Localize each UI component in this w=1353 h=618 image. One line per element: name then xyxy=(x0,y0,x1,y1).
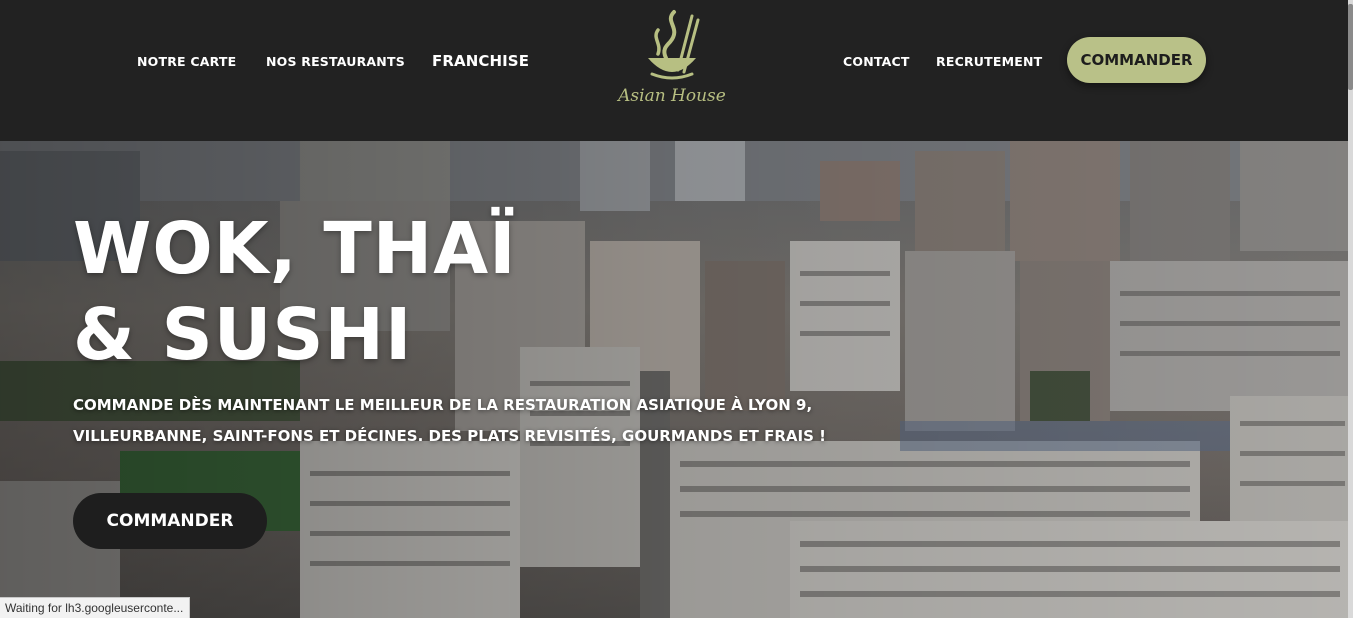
nav-notre-carte[interactable]: NOTRE CARTE xyxy=(137,54,236,69)
chopsticks-bowl-flame-icon xyxy=(648,10,700,80)
page: NOTRE CARTE NOS RESTAURANTS FRANCHISE As… xyxy=(0,0,1353,618)
hero-subtitle-line-2: VILLEURBANNE, SAINT-FONS ET DÉCINES. DES… xyxy=(73,427,826,445)
header-commander-button[interactable]: COMMANDER xyxy=(1067,37,1206,83)
page-scrollbar[interactable] xyxy=(1348,0,1353,618)
hero-section: WOK, THAÏ & SUSHI COMMANDE DÈS MAINTENAN… xyxy=(0,141,1353,618)
logo-text: Asian House xyxy=(618,86,726,106)
hero-title: WOK, THAÏ & SUSHI xyxy=(73,206,517,378)
nav-nos-restaurants[interactable]: NOS RESTAURANTS xyxy=(266,54,405,69)
site-header: NOTRE CARTE NOS RESTAURANTS FRANCHISE As… xyxy=(0,0,1353,141)
hero-subtitle-line-1: COMMANDE DÈS MAINTENANT LE MEILLEUR DE L… xyxy=(73,396,813,414)
hero-commander-button[interactable]: COMMANDER xyxy=(73,493,267,549)
hero-title-line-1: WOK, THAÏ xyxy=(73,207,517,290)
browser-status-bar: Waiting for lh3.googleuserconte... xyxy=(0,597,191,618)
nav-recrutement[interactable]: RECRUTEMENT xyxy=(936,54,1042,69)
scrollbar-thumb[interactable] xyxy=(1348,4,1353,90)
nav-contact[interactable]: CONTACT xyxy=(843,54,910,69)
nav-franchise[interactable]: FRANCHISE xyxy=(432,52,529,70)
hero-title-line-2: & SUSHI xyxy=(73,293,413,376)
logo[interactable]: Asian House xyxy=(612,8,732,118)
hero-subtitle: COMMANDE DÈS MAINTENANT LE MEILLEUR DE L… xyxy=(73,390,933,452)
